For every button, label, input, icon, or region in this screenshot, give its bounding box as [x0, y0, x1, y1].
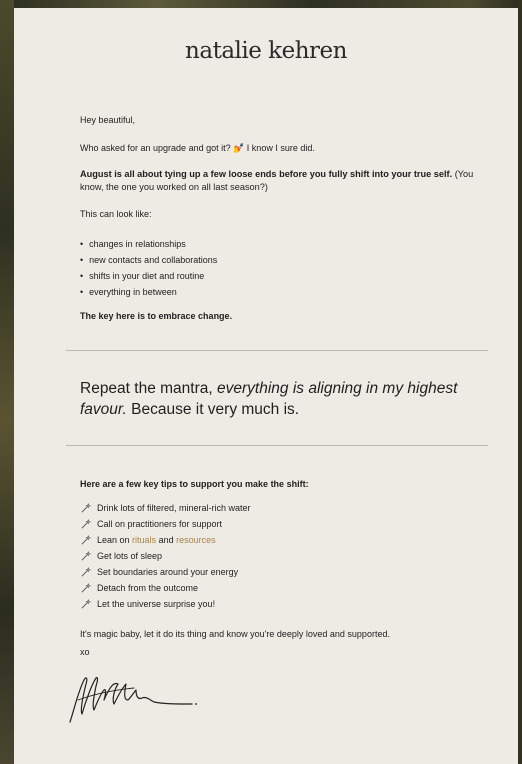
magic-wand-icon	[81, 598, 91, 608]
background-top	[0, 0, 522, 8]
magic-wand-icon	[81, 502, 91, 512]
magic-wand-icon	[81, 550, 91, 560]
rituals-link[interactable]: rituals	[132, 535, 156, 545]
mantra-suffix: Because it very much is.	[126, 401, 300, 418]
list-item: changes in relationships	[80, 236, 217, 252]
background-right	[518, 0, 522, 764]
email-card: natalie kehren Hey beautiful, Who asked …	[14, 8, 518, 764]
list-item: shifts in your diet and routine	[80, 268, 217, 284]
mantra-text: Repeat the mantra, everything is alignin…	[80, 378, 480, 420]
divider-top	[66, 350, 488, 351]
tip-text: Drink lots of filtered, mineral-rich wat…	[97, 503, 251, 513]
change-list: changes in relationships new contacts an…	[80, 236, 217, 300]
intro-text: Who asked for an upgrade and got it? 💅 I…	[80, 143, 315, 153]
tip-item: Get lots of sleep	[80, 548, 251, 564]
tip-text: Lean on rituals and resources	[97, 532, 216, 548]
august-bold: August is all about tying up a few loose…	[80, 169, 453, 179]
august-paragraph: August is all about tying up a few loose…	[80, 168, 490, 194]
greeting: Hey beautiful,	[80, 115, 136, 125]
tip-item: Call on practitioners for support	[80, 516, 251, 532]
tip-text: Call on practitioners for support	[97, 519, 223, 529]
tip-text: Let the universe surprise you!	[97, 599, 216, 609]
tips-title: Here are a few key tips to support you m…	[80, 479, 309, 489]
background-left	[0, 0, 14, 764]
magic-wand-icon	[81, 582, 91, 592]
divider-bottom	[66, 445, 488, 446]
list-item: everything in between	[80, 284, 217, 300]
tip-item: Drink lots of filtered, mineral-rich wat…	[80, 500, 251, 516]
tip-text: Get lots of sleep	[97, 551, 163, 561]
magic-wand-icon	[81, 566, 91, 576]
tip-text: Set boundaries around your energy	[97, 567, 239, 577]
tip-item: Lean on rituals and resources	[80, 532, 251, 548]
tip-text: Detach from the outcome	[97, 583, 199, 593]
magic-wand-icon	[81, 534, 91, 544]
tips-list: Drink lots of filtered, mineral-rich wat…	[80, 500, 251, 612]
tip-prefix: Lean on	[97, 535, 133, 545]
resources-link[interactable]: resources	[176, 535, 216, 545]
signoff: xo	[80, 647, 90, 657]
key-text: The key here is to embrace change.	[80, 311, 233, 321]
list-item: new contacts and collaborations	[80, 252, 217, 268]
magic-wand-icon	[81, 518, 91, 528]
tip-item: Detach from the outcome	[80, 580, 251, 596]
tip-item: Let the universe surprise you!	[80, 596, 251, 612]
tip-item: Set boundaries around your energy	[80, 564, 251, 580]
brand-logo: natalie kehren	[185, 38, 347, 64]
closing-text: It's magic baby, let it do its thing and…	[80, 629, 390, 639]
tip-mid: and	[156, 535, 177, 545]
mantra-prefix: Repeat the mantra,	[80, 380, 217, 397]
look-like-text: This can look like:	[80, 209, 152, 219]
signature-image	[69, 676, 197, 723]
